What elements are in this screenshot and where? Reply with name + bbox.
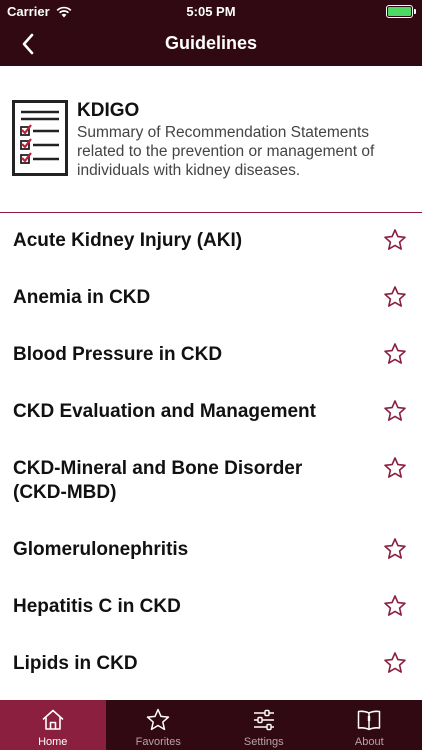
tab-favorites[interactable]: Favorites bbox=[106, 700, 212, 750]
guideline-row-aki[interactable]: Acute Kidney Injury (AKI) bbox=[0, 213, 422, 270]
guideline-row-lipids[interactable]: Lipids in CKD bbox=[0, 636, 422, 693]
tab-label: Favorites bbox=[135, 736, 181, 748]
source-description: Summary of Recommendation Statements rel… bbox=[77, 124, 375, 179]
page-title: Guidelines bbox=[164, 33, 258, 53]
guideline-row-hepatitis-c[interactable]: Hepatitis C in CKD bbox=[0, 579, 422, 636]
guideline-row-glomerulonephritis[interactable]: Glomerulonephritis bbox=[0, 522, 422, 579]
tab-label: Settings bbox=[243, 736, 284, 748]
favorite-star-icon[interactable] bbox=[383, 537, 407, 561]
guideline-label: CKD-Mineral and Bone Disorder (CKD-MBD) bbox=[13, 458, 303, 503]
book-icon bbox=[358, 710, 381, 731]
guideline-row-blood-pressure[interactable]: Blood Pressure in CKD bbox=[0, 327, 422, 384]
guideline-source-header: KDIGO Summary of Recommendation Statemen… bbox=[0, 66, 422, 213]
tab-settings[interactable]: Settings bbox=[211, 700, 317, 750]
favorite-star-icon[interactable] bbox=[383, 651, 407, 675]
tab-about[interactable]: About bbox=[317, 700, 422, 750]
tab-bar: Home Favorites Settings About bbox=[0, 700, 422, 750]
tab-home[interactable]: Home bbox=[0, 700, 106, 750]
guideline-label: Lipids in CKD bbox=[13, 653, 138, 674]
battery-icon bbox=[386, 5, 416, 18]
guideline-label: Acute Kidney Injury (AKI) bbox=[13, 230, 243, 251]
favorite-star-icon[interactable] bbox=[383, 342, 407, 366]
guideline-label: Glomerulonephritis bbox=[13, 539, 189, 560]
guideline-label: Anemia in CKD bbox=[13, 287, 151, 308]
clock: 5:05 PM bbox=[186, 4, 236, 19]
guideline-label: CKD Evaluation and Management bbox=[13, 401, 316, 422]
favorite-star-icon[interactable] bbox=[383, 456, 407, 480]
app-header: Carrier 5:05 PM Guidelines bbox=[0, 0, 422, 66]
favorite-star-icon[interactable] bbox=[383, 228, 407, 252]
battery-level bbox=[388, 7, 411, 16]
guideline-label: Hepatitis C in CKD bbox=[13, 596, 181, 617]
favorite-star-icon[interactable] bbox=[383, 594, 407, 618]
favorite-star-icon[interactable] bbox=[383, 285, 407, 309]
guideline-label: Blood Pressure in CKD bbox=[13, 344, 223, 365]
star-icon bbox=[147, 708, 170, 731]
tab-label: Home bbox=[38, 736, 68, 748]
tab-label: About bbox=[354, 736, 384, 748]
home-icon bbox=[42, 709, 64, 730]
guideline-row-ckd-evaluation[interactable]: CKD Evaluation and Management bbox=[0, 384, 422, 441]
guideline-row-ckd-mbd[interactable]: CKD-Mineral and Bone Disorder (CKD-MBD) bbox=[0, 441, 422, 522]
checklist-document-icon bbox=[12, 100, 68, 176]
guideline-list: Acute Kidney Injury (AKI) Anemia in CKD … bbox=[0, 213, 422, 693]
navigation-bar: Guidelines bbox=[0, 22, 422, 66]
source-title: KDIGO bbox=[77, 100, 140, 121]
favorite-star-icon[interactable] bbox=[383, 399, 407, 423]
guideline-row-anemia[interactable]: Anemia in CKD bbox=[0, 270, 422, 327]
sliders-icon bbox=[253, 709, 274, 731]
status-bar: Carrier 5:05 PM bbox=[0, 0, 422, 22]
